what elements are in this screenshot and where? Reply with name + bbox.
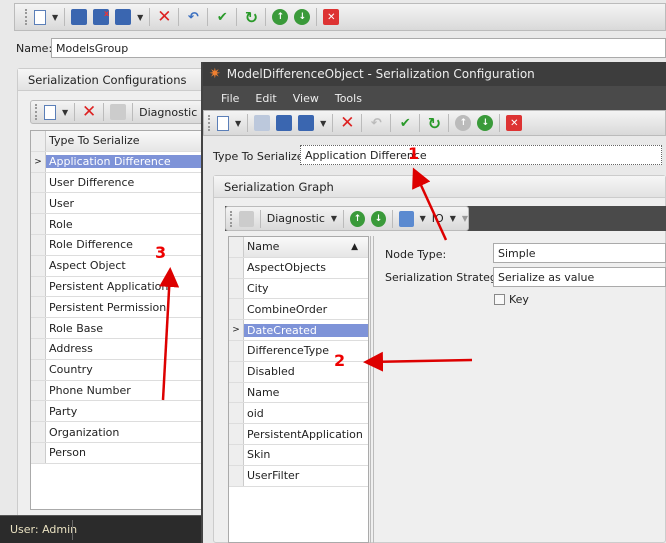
annotation-arrows: [159, 167, 473, 401]
annotation-1: 1: [408, 144, 420, 163]
arrow-2: [363, 351, 473, 372]
annotation-3: 3: [155, 243, 167, 262]
arrow-3: [159, 267, 180, 401]
arrow-1: [412, 167, 448, 241]
annotation-2: 2: [334, 351, 346, 370]
